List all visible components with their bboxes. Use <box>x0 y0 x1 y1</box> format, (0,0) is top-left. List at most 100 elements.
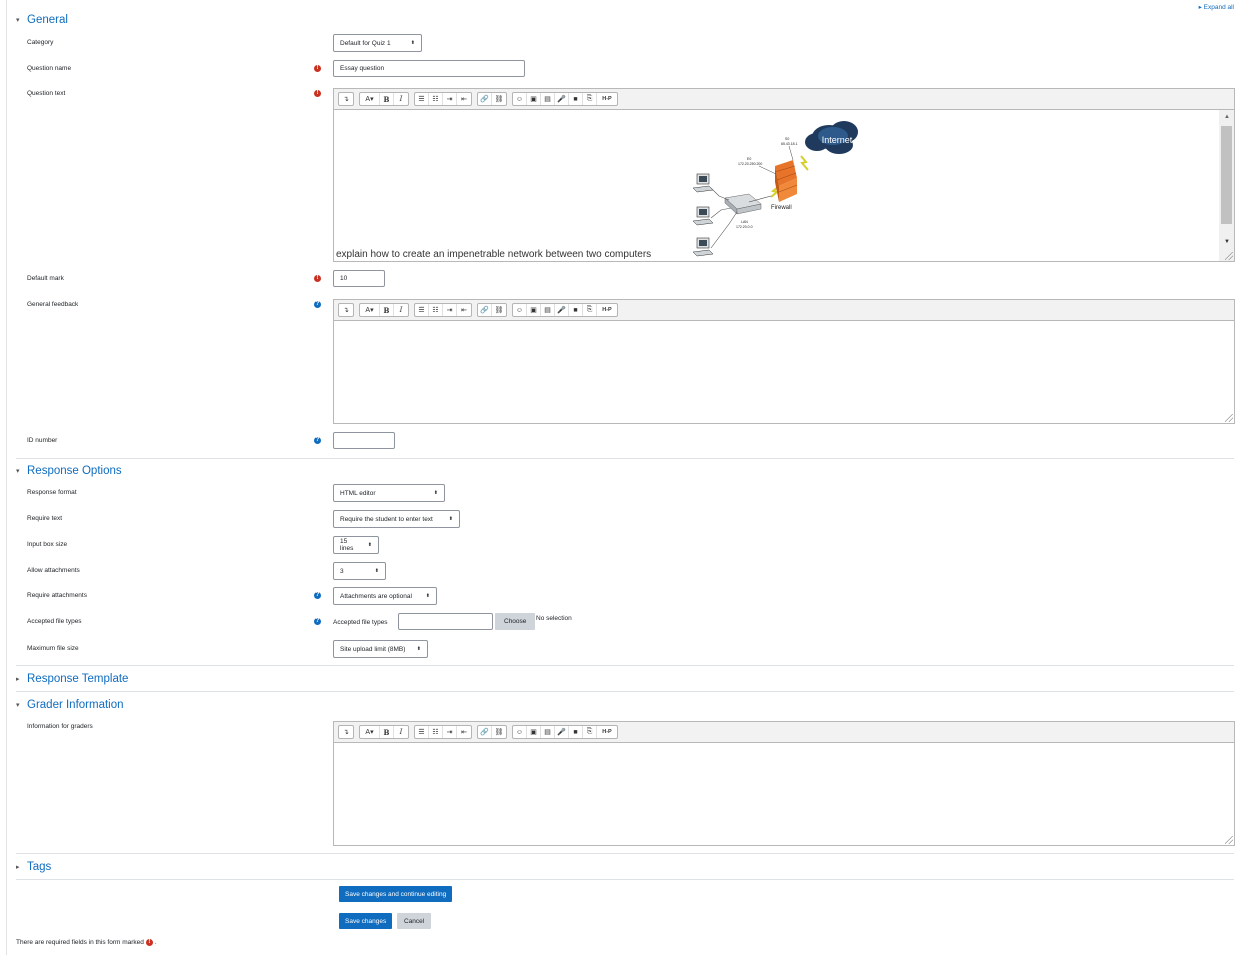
toolbar-record-video-icon[interactable]: ■ <box>569 304 583 316</box>
toolbar-record-audio-icon[interactable]: 🎤 <box>555 304 569 316</box>
toolbar-collapse-icon[interactable]: ↴ <box>339 304 353 316</box>
toolbar-media-icon[interactable]: ▤ <box>541 93 555 105</box>
section-response-template-toggle[interactable]: ▸ Response Template <box>16 671 128 687</box>
require-text-select[interactable]: Require the student to enter text ⬍ <box>333 510 460 528</box>
toolbar-h5p-icon[interactable]: H-P <box>597 93 617 105</box>
toolbar-emoji-icon[interactable]: ☺ <box>513 93 527 105</box>
require-attachments-select[interactable]: Attachments are optional ⬍ <box>333 587 437 605</box>
scroll-up-icon[interactable]: ▲ <box>1224 114 1230 120</box>
category-label: Category <box>27 39 54 46</box>
toolbar-indent-icon[interactable]: ⇥ <box>443 726 457 738</box>
toolbar-bullet-list-icon[interactable]: ☰ <box>415 726 429 738</box>
grader-info-editor[interactable]: ↴ A▾ B I ☰ ☷ ⇥ ⇤ 🔗 ⛓ ☺ ▣ ▤ 🎤 ■ ⎘ H-P <box>333 721 1235 846</box>
toolbar-link-icon[interactable]: 🔗 <box>478 93 492 105</box>
required-icon: ! <box>314 90 321 97</box>
default-mark-input[interactable]: 10 <box>333 270 385 287</box>
toolbar-manage-files-icon[interactable]: ⎘ <box>583 726 597 738</box>
category-select[interactable]: Default for Quiz 1 ⬍ <box>333 34 422 52</box>
toolbar-outdent-icon[interactable]: ⇤ <box>457 93 471 105</box>
toolbar-image-icon[interactable]: ▣ <box>527 304 541 316</box>
toolbar-unlink-icon[interactable]: ⛓ <box>492 93 506 105</box>
toolbar-numbered-list-icon[interactable]: ☷ <box>429 93 443 105</box>
input-box-size-select[interactable]: 15 lines ⬍ <box>333 536 379 554</box>
save-button[interactable]: Save changes <box>339 913 393 929</box>
toolbar-italic-icon[interactable]: I <box>394 726 408 738</box>
question-text-editor[interactable]: ↴ A▾ B I ☰ ☷ ⇥ ⇤ 🔗 ⛓ ☺ ▣ ▤ 🎤 ■ ⎘ H-P Internet <box>333 88 1235 262</box>
section-response-options-toggle[interactable]: ▾ Response Options <box>16 463 122 479</box>
require-attachments-label: Require attachments <box>27 592 87 599</box>
scroll-thumb[interactable] <box>1221 126 1232 224</box>
question-text-body[interactable]: Internet Firewall S0 65.43.18.1 E0 172.2… <box>334 110 1234 261</box>
toolbar-indent-icon[interactable]: ⇥ <box>443 93 457 105</box>
toolbar-outdent-icon[interactable]: ⇤ <box>457 726 471 738</box>
toolbar-record-audio-icon[interactable]: 🎤 <box>555 93 569 105</box>
toolbar-outdent-icon[interactable]: ⇤ <box>457 304 471 316</box>
toolbar-italic-icon[interactable]: I <box>394 304 408 316</box>
toolbar-italic-icon[interactable]: I <box>394 93 408 105</box>
response-format-select[interactable]: HTML editor ⬍ <box>333 484 445 502</box>
question-name-value: Essay question <box>340 65 385 72</box>
section-divider <box>16 691 1234 692</box>
expand-all-link[interactable]: ▸ Expand all <box>1199 3 1234 11</box>
toolbar-link-icon[interactable]: 🔗 <box>478 726 492 738</box>
toolbar-bold-icon[interactable]: B <box>380 93 394 105</box>
max-file-size-select[interactable]: Site upload limit (8MB) ⬍ <box>333 640 428 658</box>
toolbar-manage-files-icon[interactable]: ⎘ <box>583 93 597 105</box>
toolbar-image-icon[interactable]: ▣ <box>527 93 541 105</box>
toolbar-emoji-icon[interactable]: ☺ <box>513 304 527 316</box>
help-icon[interactable]: ? <box>314 301 321 308</box>
toolbar-h5p-icon[interactable]: H-P <box>597 304 617 316</box>
allow-attachments-select[interactable]: 3 ⬍ <box>333 562 386 580</box>
section-response-options-title: Response Options <box>27 465 122 477</box>
general-feedback-body[interactable] <box>334 321 1234 423</box>
help-icon[interactable]: ? <box>314 592 321 599</box>
toolbar-paragraph-style-icon[interactable]: A▾ <box>360 304 380 316</box>
toolbar-image-icon[interactable]: ▣ <box>527 726 541 738</box>
accepted-file-types-input[interactable] <box>398 613 493 630</box>
cloud-label: Internet <box>822 135 853 145</box>
section-grader-information-toggle[interactable]: ▾ Grader Information <box>16 697 124 713</box>
toolbar-paragraph-style-icon[interactable]: A▾ <box>360 93 380 105</box>
question-name-input[interactable]: Essay question <box>333 60 525 77</box>
toolbar-record-video-icon[interactable]: ■ <box>569 93 583 105</box>
toolbar-collapse-icon[interactable]: ↴ <box>339 726 353 738</box>
toolbar-media-icon[interactable]: ▤ <box>541 726 555 738</box>
toolbar-bullet-list-icon[interactable]: ☰ <box>415 93 429 105</box>
choose-button[interactable]: Choose <box>495 613 536 630</box>
toolbar-link-icon[interactable]: 🔗 <box>478 304 492 316</box>
toolbar-record-audio-icon[interactable]: 🎤 <box>555 726 569 738</box>
section-general-toggle[interactable]: ▾ General <box>16 12 68 28</box>
toolbar-numbered-list-icon[interactable]: ☷ <box>429 304 443 316</box>
editor-scrollbar[interactable]: ▲ ▼ <box>1219 110 1234 261</box>
section-divider <box>16 853 1234 854</box>
help-icon[interactable]: ? <box>314 437 321 444</box>
toolbar-manage-files-icon[interactable]: ⎘ <box>583 304 597 316</box>
no-selection-text: No selection <box>536 615 572 622</box>
cancel-button[interactable]: Cancel <box>397 913 432 929</box>
toolbar-record-video-icon[interactable]: ■ <box>569 726 583 738</box>
grader-info-body[interactable] <box>334 743 1234 845</box>
toolbar-bold-icon[interactable]: B <box>380 304 394 316</box>
scroll-down-icon[interactable]: ▼ <box>1224 239 1230 245</box>
toolbar-unlink-icon[interactable]: ⛓ <box>492 726 506 738</box>
section-divider <box>16 665 1234 666</box>
id-number-input[interactable] <box>333 432 395 449</box>
toolbar-collapse-icon[interactable]: ↴ <box>339 93 353 105</box>
toolbar-media-icon[interactable]: ▤ <box>541 304 555 316</box>
general-feedback-editor[interactable]: ↴ A▾ B I ☰ ☷ ⇥ ⇤ 🔗 ⛓ ☺ ▣ ▤ 🎤 ■ ⎘ H-P <box>333 299 1235 424</box>
computer-icon <box>692 173 714 193</box>
resize-handle-icon[interactable] <box>1225 836 1233 844</box>
toolbar-h5p-icon[interactable]: H-P <box>597 726 617 738</box>
help-icon[interactable]: ? <box>314 618 321 625</box>
toolbar-unlink-icon[interactable]: ⛓ <box>492 304 506 316</box>
toolbar-numbered-list-icon[interactable]: ☷ <box>429 726 443 738</box>
resize-handle-icon[interactable] <box>1225 252 1233 260</box>
resize-handle-icon[interactable] <box>1225 414 1233 422</box>
toolbar-emoji-icon[interactable]: ☺ <box>513 726 527 738</box>
toolbar-paragraph-style-icon[interactable]: A▾ <box>360 726 380 738</box>
toolbar-bullet-list-icon[interactable]: ☰ <box>415 304 429 316</box>
section-tags-toggle[interactable]: ▸ Tags <box>16 859 51 875</box>
toolbar-indent-icon[interactable]: ⇥ <box>443 304 457 316</box>
toolbar-bold-icon[interactable]: B <box>380 726 394 738</box>
save-continue-button[interactable]: Save changes and continue editing <box>339 886 453 902</box>
